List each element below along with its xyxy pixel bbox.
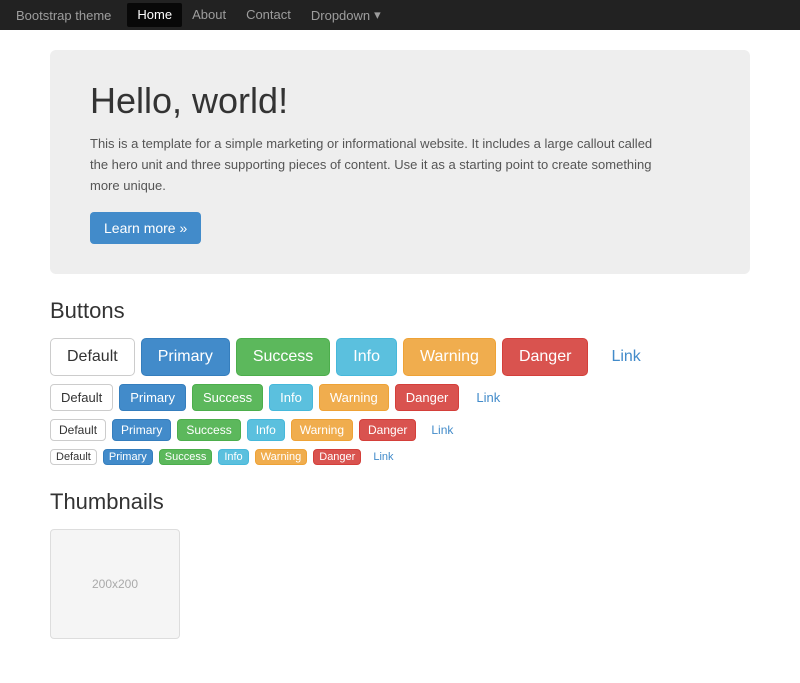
chevron-down-icon: ▾ [374,7,381,23]
btn-success-sm[interactable]: Success [177,419,240,441]
main-container: Hello, world! This is a template for a s… [35,30,765,683]
hero-unit: Hello, world! This is a template for a s… [50,50,750,274]
btn-default-md[interactable]: Default [50,384,113,411]
navbar: Bootstrap theme Home About Contact Dropd… [0,0,800,30]
buttons-section: Buttons Default Primary Success Info War… [50,298,750,465]
btn-warning-sm[interactable]: Warning [291,419,353,441]
btn-info-lg[interactable]: Info [336,338,397,376]
btn-default-sm[interactable]: Default [50,419,106,441]
btn-info-sm[interactable]: Info [247,419,285,441]
btn-primary-md[interactable]: Primary [119,384,186,411]
btn-danger-md[interactable]: Danger [395,384,460,411]
nav-item-about[interactable]: About [182,3,236,27]
nav-item-home[interactable]: Home [127,3,182,27]
nav-items: Home About Contact Dropdown ▾ [127,3,390,27]
btn-link-md[interactable]: Link [465,384,511,411]
btn-success-md[interactable]: Success [192,384,263,411]
btn-primary-lg[interactable]: Primary [141,338,230,376]
hero-description: This is a template for a simple marketin… [90,134,670,196]
btn-danger-xs[interactable]: Danger [313,449,361,465]
btn-link-sm[interactable]: Link [422,419,462,441]
hero-title: Hello, world! [90,80,710,122]
thumbnail-item: 200x200 [50,529,180,639]
btn-danger-lg[interactable]: Danger [502,338,588,376]
btn-link-lg[interactable]: Link [594,338,657,376]
btn-success-lg[interactable]: Success [236,338,330,376]
button-row-default: Default Primary Success Info Warning Dan… [50,384,750,411]
btn-primary-xs[interactable]: Primary [103,449,153,465]
thumbnail-label: 200x200 [92,577,138,591]
button-row-small: Default Primary Success Info Warning Dan… [50,419,750,441]
nav-item-dropdown[interactable]: Dropdown ▾ [301,3,391,27]
button-row-xsmall: Default Primary Success Info Warning Dan… [50,449,750,465]
learn-more-button[interactable]: Learn more » [90,212,201,244]
btn-info-md[interactable]: Info [269,384,313,411]
btn-danger-sm[interactable]: Danger [359,419,416,441]
btn-warning-lg[interactable]: Warning [403,338,496,376]
btn-info-xs[interactable]: Info [218,449,248,465]
navbar-brand[interactable]: Bootstrap theme [16,8,111,23]
btn-default-xs[interactable]: Default [50,449,97,465]
btn-primary-sm[interactable]: Primary [112,419,171,441]
button-row-large: Default Primary Success Info Warning Dan… [50,338,750,376]
btn-link-xs[interactable]: Link [367,449,399,465]
thumbnails-section: Thumbnails 200x200 [50,489,750,639]
btn-default-lg[interactable]: Default [50,338,135,376]
buttons-section-title: Buttons [50,298,750,324]
nav-item-contact[interactable]: Contact [236,3,301,27]
thumbnails-section-title: Thumbnails [50,489,750,515]
btn-warning-md[interactable]: Warning [319,384,389,411]
btn-success-xs[interactable]: Success [159,449,213,465]
btn-warning-xs[interactable]: Warning [255,449,308,465]
